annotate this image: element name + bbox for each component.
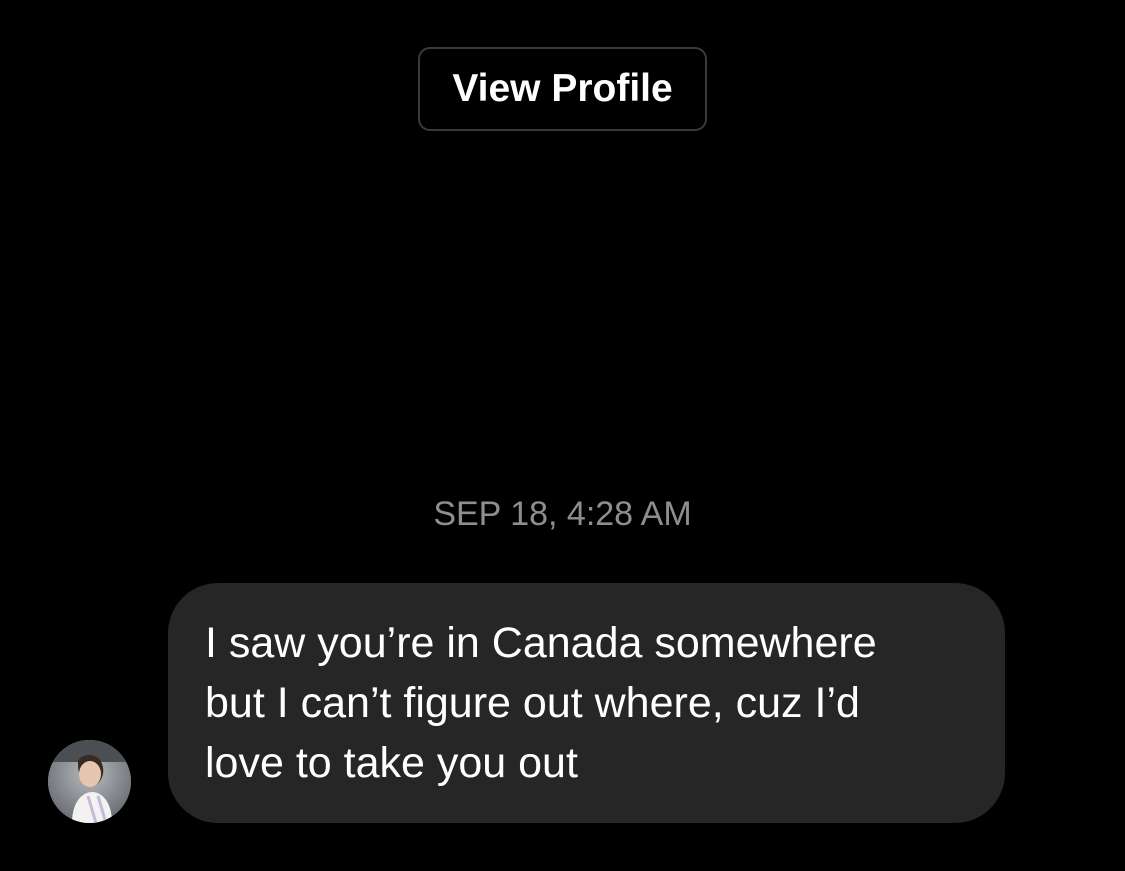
message-row: I saw you’re in Canada somewhere but I c… [48, 583, 1048, 823]
view-profile-button[interactable]: View Profile [418, 47, 707, 131]
incoming-message-bubble[interactable]: I saw you’re in Canada somewhere but I c… [168, 583, 1005, 823]
sender-avatar[interactable] [48, 740, 131, 823]
message-timestamp: SEP 18, 4:28 AM [433, 495, 692, 533]
avatar-photo-icon [48, 740, 131, 823]
message-text-line: but I can’t figure out where, cuz I’d [205, 679, 860, 727]
message-text-line: love to take you out [205, 739, 578, 787]
message-text-line: I saw you’re in Canada somewhere [205, 619, 877, 667]
